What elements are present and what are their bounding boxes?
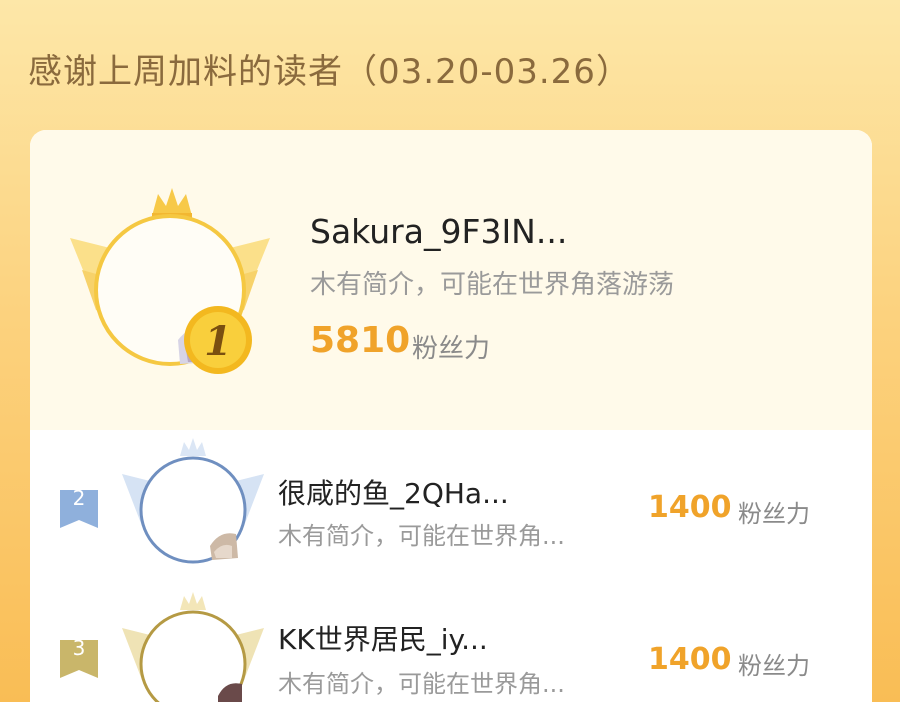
rank-1-number: 1	[204, 318, 232, 365]
rank-3-number: 3	[72, 636, 86, 660]
crown-icon	[152, 188, 192, 218]
reader-3-fans-value: 1400	[648, 642, 732, 677]
crown-icon	[180, 438, 206, 456]
page-title: 感谢上周加料的读者（03.20-03.26）	[28, 52, 631, 92]
avatar-frame-gold[interactable]: 1	[60, 180, 280, 380]
top-reader-fans-value: 5810	[310, 320, 411, 361]
rank-1-medal-icon: 1	[184, 306, 252, 374]
reader-2-bio: 木有简介，可能在世界角...	[278, 522, 565, 550]
reader-2-name[interactable]: 很咸的鱼_2QHa...	[278, 472, 509, 512]
top-reader-name[interactable]: Sakura_9F3IN...	[310, 212, 567, 251]
reader-2-fans-value: 1400	[648, 490, 732, 525]
reader-row-2[interactable]: 2 很咸的鱼_2QHa... 木有简介，可能在世界角... 1400 粉丝力	[30, 430, 872, 580]
reader-2-fans-unit: 粉丝力	[738, 500, 810, 528]
top-reader-bio: 木有简介，可能在世界角落游荡	[310, 270, 675, 300]
avatar-frame-silver[interactable]	[118, 438, 268, 568]
top-reader-row[interactable]: 1 Sakura_9F3IN... 木有简介，可能在世界角落游荡 5810 粉丝…	[30, 130, 872, 430]
top-reader-fans-unit: 粉丝力	[412, 334, 491, 364]
reader-3-fans-unit: 粉丝力	[738, 652, 810, 680]
leaderboard-card: 1 Sakura_9F3IN... 木有简介，可能在世界角落游荡 5810 粉丝…	[30, 130, 872, 702]
reader-3-name[interactable]: KK世界居民_iy...	[278, 618, 488, 658]
rank-2-number: 2	[72, 486, 86, 510]
crown-icon	[180, 592, 206, 610]
avatar-frame-bronze[interactable]	[118, 592, 268, 702]
reader-3-bio: 木有简介，可能在世界角...	[278, 670, 565, 698]
reader-row-3[interactable]: 3 KK世界居民_iy... 木有简介，可能在世界角... 1400 粉丝力	[30, 580, 872, 702]
